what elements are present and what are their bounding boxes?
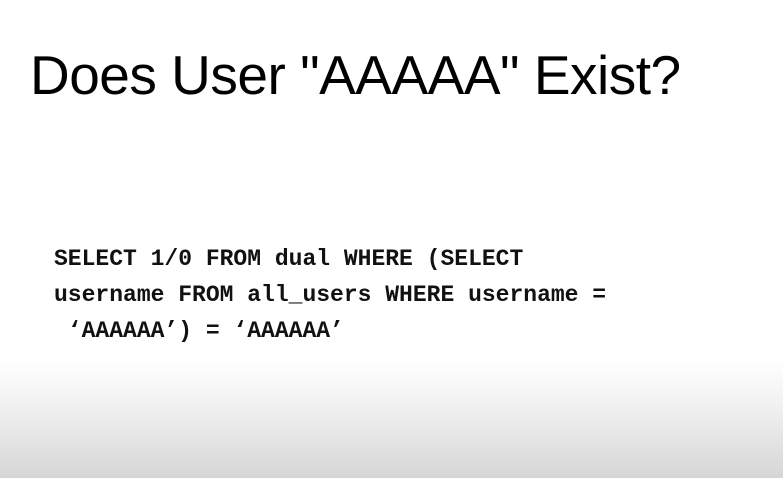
sql-code-line-3: ‘AAAAAA’) = ‘AAAAAA’: [54, 318, 344, 344]
sql-code-line-2: username FROM all_users WHERE username =: [54, 282, 607, 308]
sql-code-line-1: SELECT 1/0 FROM dual WHERE (SELECT: [54, 246, 524, 272]
sql-code-block: SELECT 1/0 FROM dual WHERE (SELECT usern…: [54, 241, 606, 349]
presentation-slide: Does User "AAAAA" Exist? SELECT 1/0 FROM…: [0, 0, 783, 478]
slide-title: Does User "AAAAA" Exist?: [30, 44, 681, 106]
